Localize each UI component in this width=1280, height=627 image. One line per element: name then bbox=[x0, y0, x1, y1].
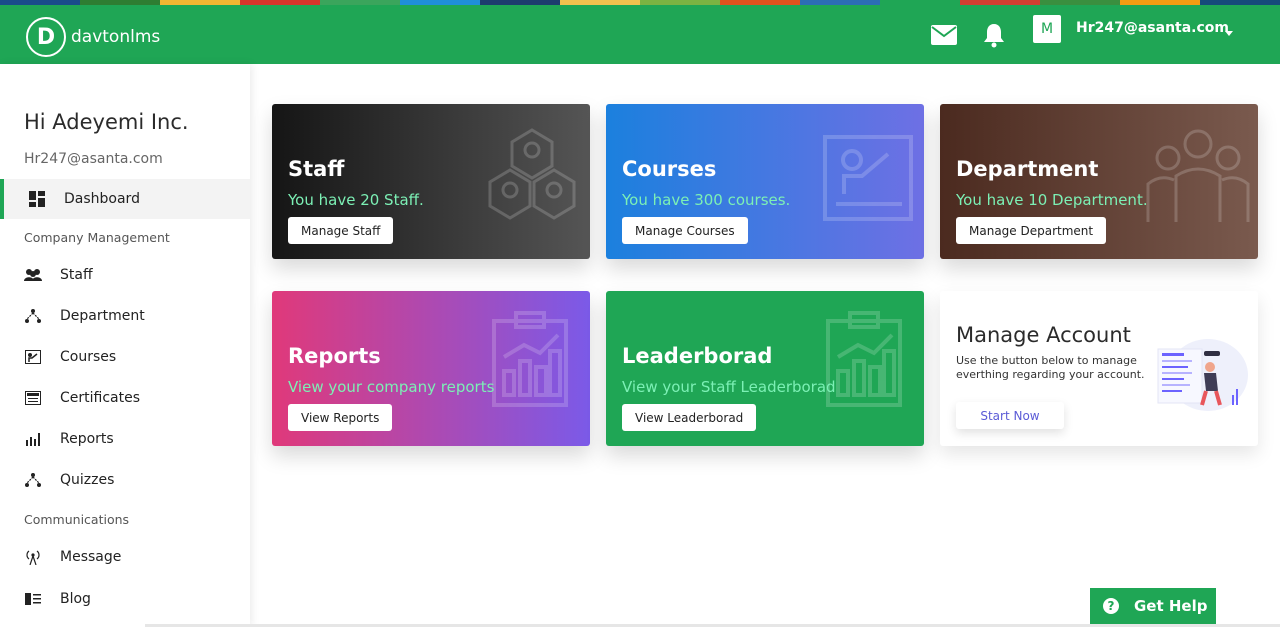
logo-badge: D bbox=[26, 17, 66, 57]
card-subtitle: View your company reports bbox=[288, 378, 495, 396]
top-bar: D davtonlms M Hr247@asanta.com bbox=[0, 5, 1280, 64]
card-subtitle: You have 20 Staff. bbox=[288, 191, 424, 209]
sidebar-item-message[interactable]: Message bbox=[0, 537, 250, 577]
sidebar-item-label: Message bbox=[60, 549, 122, 565]
sidebar: Hi Adeyemi Inc. Hr247@asanta.com Dashboa… bbox=[0, 64, 250, 627]
dashboard-icon bbox=[28, 190, 46, 208]
logo-text: davtonlms bbox=[71, 27, 161, 47]
sidebar-item-department[interactable]: Department bbox=[0, 296, 250, 336]
card-subtitle: View your Staff Leaderborad bbox=[622, 378, 836, 396]
team-icon bbox=[1146, 129, 1250, 222]
manage-staff-button[interactable]: Manage Staff bbox=[288, 217, 394, 244]
sidebar-item-label: Staff bbox=[60, 267, 93, 283]
users-icon bbox=[24, 266, 42, 284]
view-leaderboard-button[interactable]: View Leaderborad bbox=[622, 404, 757, 431]
manage-department-button[interactable]: Manage Department bbox=[956, 217, 1107, 244]
presentation-icon bbox=[24, 348, 42, 366]
start-now-button[interactable]: Start Now bbox=[956, 402, 1064, 429]
sidebar-greeting: Hi Adeyemi Inc. bbox=[24, 110, 189, 134]
card-title: Manage Account bbox=[956, 323, 1131, 347]
sidebar-item-label: Courses bbox=[60, 349, 117, 365]
card-subtitle: You have 300 courses. bbox=[622, 191, 791, 209]
section-communications: Communications bbox=[24, 512, 130, 527]
chevron-down-icon[interactable] bbox=[1225, 31, 1233, 36]
sidebar-item-blog[interactable]: Blog bbox=[0, 579, 250, 619]
manage-courses-button[interactable]: Manage Courses bbox=[622, 217, 748, 244]
card-title: Courses bbox=[622, 157, 717, 181]
section-company-management: Company Management bbox=[24, 230, 170, 245]
get-help-label: Get Help bbox=[1134, 597, 1208, 615]
card-subtitle: You have 10 Department. bbox=[956, 191, 1148, 209]
courses-card: Courses You have 300 courses. Manage Cou… bbox=[606, 104, 924, 259]
question-circle-icon: ? bbox=[1103, 598, 1119, 614]
leaderboard-card: Leaderborad View your Staff Leaderborad … bbox=[606, 291, 924, 446]
sidebar-item-staff[interactable]: Staff bbox=[0, 255, 250, 295]
sidebar-email: Hr247@asanta.com bbox=[24, 151, 163, 167]
sidebar-item-label: Blog bbox=[60, 591, 91, 607]
sidebar-item-reports[interactable]: Reports bbox=[0, 419, 250, 459]
avatar[interactable]: M bbox=[1033, 15, 1061, 43]
card-title: Department bbox=[956, 157, 1099, 181]
logo[interactable]: D davtonlms bbox=[26, 17, 160, 57]
sidebar-item-dashboard[interactable]: Dashboard bbox=[0, 179, 250, 219]
bar-chart-icon bbox=[24, 430, 42, 448]
card-title: Leaderborad bbox=[622, 344, 773, 368]
view-reports-button[interactable]: View Reports bbox=[288, 404, 393, 431]
sidebar-item-label: Dashboard bbox=[64, 191, 140, 207]
mail-icon[interactable] bbox=[930, 22, 958, 48]
sidebar-item-label: Quizzes bbox=[60, 472, 115, 488]
user-menu-email[interactable]: Hr247@asanta.com bbox=[1076, 20, 1229, 36]
clipboard-chart-icon bbox=[826, 311, 902, 407]
card-description: Use the button below to manage everthing… bbox=[956, 354, 1145, 381]
reports-card: Reports View your company reports View R… bbox=[272, 291, 590, 446]
broadcast-icon bbox=[24, 548, 42, 566]
presentation-board-icon bbox=[823, 135, 913, 221]
get-help-button[interactable]: ? Get Help bbox=[1090, 588, 1216, 625]
bell-icon[interactable] bbox=[980, 22, 1008, 48]
sidebar-item-certificates[interactable]: Certificates bbox=[0, 378, 250, 418]
hierarchy-icon bbox=[24, 471, 42, 489]
blog-icon bbox=[24, 590, 42, 608]
sidebar-item-label: Reports bbox=[60, 431, 114, 447]
card-title: Reports bbox=[288, 344, 381, 368]
clipboard-chart-icon bbox=[492, 311, 568, 407]
sidebar-item-courses[interactable]: Courses bbox=[0, 337, 250, 377]
manage-account-card: Manage Account Use the button below to m… bbox=[940, 291, 1258, 446]
department-card: Department You have 10 Department. Manag… bbox=[940, 104, 1258, 259]
staff-group-icon bbox=[488, 128, 576, 220]
sidebar-item-quizzes[interactable]: Quizzes bbox=[0, 460, 250, 500]
certificate-icon bbox=[24, 389, 42, 407]
staff-card: Staff You have 20 Staff. Manage Staff bbox=[272, 104, 590, 259]
sidebar-item-label: Department bbox=[60, 308, 145, 324]
sidebar-item-label: Certificates bbox=[60, 390, 141, 406]
hierarchy-icon bbox=[24, 307, 42, 325]
card-title: Staff bbox=[288, 157, 345, 181]
